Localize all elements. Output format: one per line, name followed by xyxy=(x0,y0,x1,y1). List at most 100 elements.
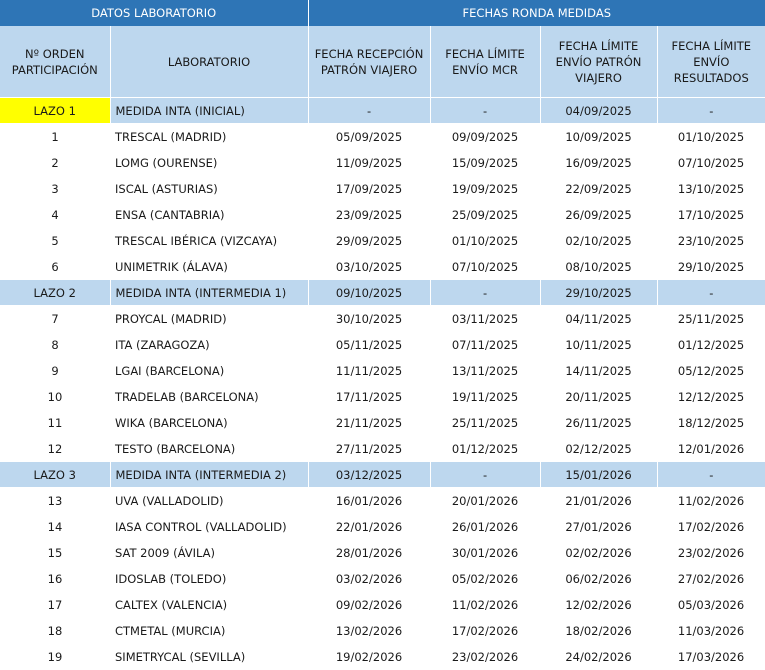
table-row: 3ISCAL (ASTURIAS)17/09/202519/09/202522/… xyxy=(0,176,765,202)
cell-send-standard: 24/02/2026 xyxy=(540,644,657,670)
cell-send-standard: 29/10/2025 xyxy=(540,280,657,306)
cell-mcr: 25/09/2025 xyxy=(430,202,540,228)
cell-send-standard: 10/11/2025 xyxy=(540,332,657,358)
table-row: 2LOMG (OURENSE)11/09/202515/09/202516/09… xyxy=(0,150,765,176)
cell-reception: 17/09/2025 xyxy=(308,176,430,202)
cell-send-standard: 10/09/2025 xyxy=(540,124,657,151)
cell-mcr: 15/09/2025 xyxy=(430,150,540,176)
cell-send-standard: 18/02/2026 xyxy=(540,618,657,644)
table-row: 10TRADELAB (BARCELONA)17/11/202519/11/20… xyxy=(0,384,765,410)
cell-mcr: 19/11/2025 xyxy=(430,384,540,410)
table-row: 12TESTO (BARCELONA)27/11/202501/12/20250… xyxy=(0,436,765,462)
cell-lab: IASA CONTROL (VALLADOLID) xyxy=(110,514,308,540)
column-header-row: Nº ORDEN PARTICIPACIÓN LABORATORIO FECHA… xyxy=(0,26,765,98)
cell-mcr: 01/10/2025 xyxy=(430,228,540,254)
cell-mcr: 30/01/2026 xyxy=(430,540,540,566)
cell-lab: LGAI (BARCELONA) xyxy=(110,358,308,384)
cell-results: 05/03/2026 xyxy=(657,592,765,618)
cell-results: 25/11/2025 xyxy=(657,306,765,333)
schedule-table: DATOS LABORATORIO FECHAS RONDA MEDIDAS N… xyxy=(0,0,765,670)
cell-reception: 27/11/2025 xyxy=(308,436,430,462)
cell-send-standard: 27/01/2026 xyxy=(540,514,657,540)
cell-results: 17/03/2026 xyxy=(657,644,765,670)
table-row: 13UVA (VALLADOLID)16/01/202620/01/202621… xyxy=(0,488,765,515)
cell-results: 01/12/2025 xyxy=(657,332,765,358)
cell-send-standard: 02/12/2025 xyxy=(540,436,657,462)
cell-send-standard: 16/09/2025 xyxy=(540,150,657,176)
table-row: 7PROYCAL (MADRID)30/10/202503/11/202504/… xyxy=(0,306,765,333)
cell-results: 07/10/2025 xyxy=(657,150,765,176)
cell-mcr: - xyxy=(430,462,540,488)
cell-reception: - xyxy=(308,98,430,124)
table-body: LAZO 1MEDIDA INTA (INICIAL)--04/09/2025-… xyxy=(0,98,765,670)
cell-lab: SAT 2009 (ÁVILA) xyxy=(110,540,308,566)
cell-reception: 29/09/2025 xyxy=(308,228,430,254)
column-header-results: FECHA LÍMITE ENVÍO RESULTADOS xyxy=(657,26,765,98)
cell-reception: 09/02/2026 xyxy=(308,592,430,618)
cell-send-standard: 14/11/2025 xyxy=(540,358,657,384)
cell-mcr: 07/10/2025 xyxy=(430,254,540,280)
cell-send-standard: 06/02/2026 xyxy=(540,566,657,592)
cell-order: 4 xyxy=(0,202,110,228)
cell-reception: 21/11/2025 xyxy=(308,410,430,436)
cell-send-standard: 21/01/2026 xyxy=(540,488,657,515)
cell-results: 23/10/2025 xyxy=(657,228,765,254)
table-row: 1TRESCAL (MADRID)05/09/202509/09/202510/… xyxy=(0,124,765,151)
cell-lab: CALTEX (VALENCIA) xyxy=(110,592,308,618)
cell-order: 8 xyxy=(0,332,110,358)
cell-results: 12/01/2026 xyxy=(657,436,765,462)
cell-send-standard: 02/10/2025 xyxy=(540,228,657,254)
cell-send-standard: 12/02/2026 xyxy=(540,592,657,618)
cell-lab: ENSA (CANTABRIA) xyxy=(110,202,308,228)
cell-send-standard: 08/10/2025 xyxy=(540,254,657,280)
column-header-send-standard: FECHA LÍMITE ENVÍO PATRÓN VIAJERO xyxy=(540,26,657,98)
cell-results: 29/10/2025 xyxy=(657,254,765,280)
cell-results: 11/03/2026 xyxy=(657,618,765,644)
cell-order: 19 xyxy=(0,644,110,670)
cell-results: - xyxy=(657,98,765,124)
column-header-order: Nº ORDEN PARTICIPACIÓN xyxy=(0,26,110,98)
cell-send-standard: 04/09/2025 xyxy=(540,98,657,124)
cell-lab: SIMETRYCAL (SEVILLA) xyxy=(110,644,308,670)
cell-mcr: 17/02/2026 xyxy=(430,618,540,644)
table-row: 19SIMETRYCAL (SEVILLA)19/02/202623/02/20… xyxy=(0,644,765,670)
cell-results: 05/12/2025 xyxy=(657,358,765,384)
cell-mcr: 13/11/2025 xyxy=(430,358,540,384)
cell-order: 13 xyxy=(0,488,110,515)
cell-reception: 19/02/2026 xyxy=(308,644,430,670)
loop-row: LAZO 3MEDIDA INTA (INTERMEDIA 2)03/12/20… xyxy=(0,462,765,488)
cell-order: 5 xyxy=(0,228,110,254)
table-row: 11WIKA (BARCELONA)21/11/202525/11/202526… xyxy=(0,410,765,436)
cell-order: 3 xyxy=(0,176,110,202)
cell-reception: 05/09/2025 xyxy=(308,124,430,151)
cell-results: - xyxy=(657,462,765,488)
table-row: 8ITA (ZARAGOZA)05/11/202507/11/202510/11… xyxy=(0,332,765,358)
cell-results: 12/12/2025 xyxy=(657,384,765,410)
cell-order: 11 xyxy=(0,410,110,436)
cell-reception: 03/12/2025 xyxy=(308,462,430,488)
cell-lab: MEDIDA INTA (INICIAL) xyxy=(110,98,308,124)
cell-lab: ISCAL (ASTURIAS) xyxy=(110,176,308,202)
cell-order: LAZO 3 xyxy=(0,462,110,488)
cell-mcr: 19/09/2025 xyxy=(430,176,540,202)
cell-results: 01/10/2025 xyxy=(657,124,765,151)
cell-mcr: 25/11/2025 xyxy=(430,410,540,436)
cell-order: 10 xyxy=(0,384,110,410)
cell-lab: TRADELAB (BARCELONA) xyxy=(110,384,308,410)
cell-send-standard: 02/02/2026 xyxy=(540,540,657,566)
loop-row: LAZO 1MEDIDA INTA (INICIAL)--04/09/2025- xyxy=(0,98,765,124)
cell-reception: 03/10/2025 xyxy=(308,254,430,280)
cell-mcr: 26/01/2026 xyxy=(430,514,540,540)
cell-lab: LOMG (OURENSE) xyxy=(110,150,308,176)
table-row: 14IASA CONTROL (VALLADOLID)22/01/202626/… xyxy=(0,514,765,540)
cell-mcr: 23/02/2026 xyxy=(430,644,540,670)
cell-reception: 11/11/2025 xyxy=(308,358,430,384)
cell-order: 7 xyxy=(0,306,110,333)
cell-mcr: 05/02/2026 xyxy=(430,566,540,592)
table-row: 16IDOSLAB (TOLEDO)03/02/202605/02/202606… xyxy=(0,566,765,592)
cell-lab: TRESCAL (MADRID) xyxy=(110,124,308,151)
table-row: 15SAT 2009 (ÁVILA)28/01/202630/01/202602… xyxy=(0,540,765,566)
cell-lab: ITA (ZARAGOZA) xyxy=(110,332,308,358)
cell-lab: CTMETAL (MURCIA) xyxy=(110,618,308,644)
lab-data-section-header: DATOS LABORATORIO xyxy=(0,0,308,26)
